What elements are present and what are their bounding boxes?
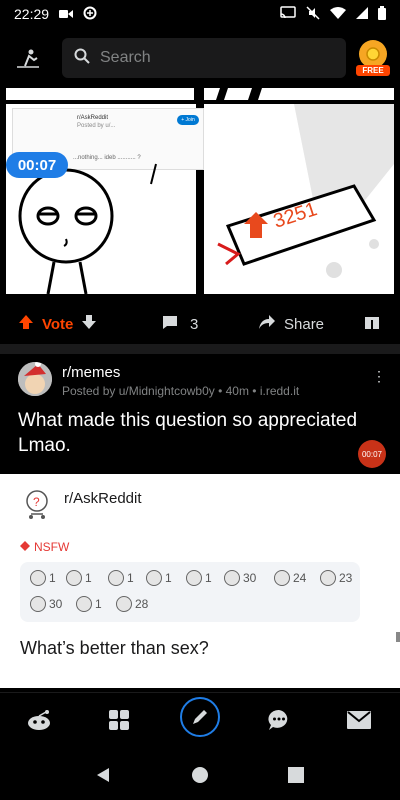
vote-label: Vote xyxy=(42,315,74,333)
post-meta: Posted by u/Midnightcowb0y • 40m • i.red… xyxy=(62,384,300,398)
stick-figure-drawing xyxy=(18,163,157,294)
vote-group: Vote xyxy=(18,314,97,334)
downvote-icon[interactable] xyxy=(81,314,97,334)
signal-icon xyxy=(356,6,368,22)
grid-icon xyxy=(109,710,129,730)
share-icon xyxy=(258,314,276,334)
search-bar[interactable]: Search xyxy=(62,38,346,78)
mute-icon xyxy=(306,5,320,23)
search-placeholder: Search xyxy=(100,49,151,66)
video-timer: 00:07 xyxy=(6,152,68,178)
award-icon xyxy=(186,570,202,586)
tab-home[interactable] xyxy=(22,703,56,737)
award-item: 30 xyxy=(30,596,62,612)
comic-panel-left: r/AskReddit Posted by u/... + Join ...no… xyxy=(6,104,204,294)
video-duration-badge: 00:07 xyxy=(358,440,386,468)
chat-icon xyxy=(268,709,288,730)
award-item: 23 xyxy=(320,570,352,586)
award-item: 1 xyxy=(186,570,212,586)
award-icon xyxy=(30,570,46,586)
award-icon xyxy=(66,570,82,586)
app-bar: Search FREE xyxy=(0,34,400,82)
post-image[interactable]: r/AskReddit Posted by u/... + Join ...no… xyxy=(0,88,400,302)
popular-feed-icon[interactable] xyxy=(10,40,46,76)
post-preview-card[interactable]: ? r/AskReddit NSFW 1 1 1 1 1 30 24 23 30… xyxy=(0,474,400,688)
award-item: 30 xyxy=(224,570,256,586)
more-options-icon[interactable]: ⋮ xyxy=(372,368,386,385)
status-bar: 22:29 xyxy=(0,0,400,28)
comments-button[interactable]: 3 xyxy=(162,314,198,334)
award-icon xyxy=(320,570,336,586)
nsfw-label: NSFW xyxy=(34,540,70,554)
award-item: 1 xyxy=(76,596,102,612)
post-actions: Vote 3 Share xyxy=(0,308,400,340)
search-icon xyxy=(74,48,90,69)
award-icon xyxy=(30,596,46,612)
wifi-icon xyxy=(330,6,346,22)
share-button[interactable]: Share xyxy=(258,314,324,334)
award-icon xyxy=(146,570,162,586)
recents-icon[interactable] xyxy=(285,764,307,786)
video-call-icon xyxy=(59,6,74,22)
mail-icon xyxy=(347,711,371,729)
award-item: 28 xyxy=(116,596,148,612)
tab-communities[interactable] xyxy=(102,703,136,737)
gift-icon xyxy=(365,317,379,329)
svg-text:?: ? xyxy=(33,495,40,509)
upvote-icon[interactable] xyxy=(18,314,34,334)
askreddit-logo-icon: ? xyxy=(20,488,54,522)
award-button[interactable] xyxy=(364,314,380,334)
post-card[interactable]: r/memes Posted by u/Midnightcowb0y • 40m… xyxy=(0,354,400,474)
subreddit-name[interactable]: r/memes xyxy=(62,364,120,381)
post-divider xyxy=(0,344,400,354)
award-icon xyxy=(76,596,92,612)
scroll-indicator xyxy=(396,632,400,642)
bottom-tab-bar xyxy=(0,692,400,747)
award-icon xyxy=(224,570,240,586)
subreddit-avatar[interactable] xyxy=(18,362,52,396)
free-label: FREE xyxy=(356,65,390,76)
free-coins-button[interactable]: FREE xyxy=(356,40,390,78)
tab-create-post[interactable] xyxy=(180,697,220,737)
counter-smash-drawing: 3251 xyxy=(217,104,394,278)
award-item: 1 xyxy=(30,570,56,586)
tab-chat[interactable] xyxy=(262,703,296,737)
award-item: 1 xyxy=(146,570,172,586)
award-icon xyxy=(116,596,132,612)
award-item: 1 xyxy=(66,570,92,586)
post-title[interactable]: What made this question so appreciated L… xyxy=(18,408,382,458)
system-navigation-bar xyxy=(0,750,400,800)
comment-icon xyxy=(162,314,178,334)
award-item: 24 xyxy=(274,570,306,586)
data-saver-icon xyxy=(83,6,97,23)
status-time: 22:29 xyxy=(14,6,50,22)
card-title[interactable]: What’s better than sex? xyxy=(20,638,209,659)
comment-count: 3 xyxy=(190,315,199,333)
tab-inbox[interactable] xyxy=(342,703,376,737)
coin-icon xyxy=(359,40,387,68)
comic-panel-right: 3251 xyxy=(204,104,394,294)
nsfw-icon xyxy=(20,540,30,554)
award-icon xyxy=(274,570,290,586)
awards-row: 1 1 1 1 1 30 24 23 30 1 28 xyxy=(20,562,360,622)
reddit-home-icon xyxy=(28,710,50,730)
award-item: 1 xyxy=(108,570,134,586)
card-subreddit[interactable]: r/AskReddit xyxy=(64,490,142,507)
cast-icon xyxy=(280,6,296,22)
award-icon xyxy=(108,570,124,586)
nsfw-tag: NSFW xyxy=(20,540,69,554)
pencil-icon xyxy=(193,710,207,724)
back-icon[interactable] xyxy=(92,764,114,786)
home-icon[interactable] xyxy=(189,764,211,786)
share-label: Share xyxy=(284,315,325,333)
battery-icon xyxy=(378,5,386,23)
